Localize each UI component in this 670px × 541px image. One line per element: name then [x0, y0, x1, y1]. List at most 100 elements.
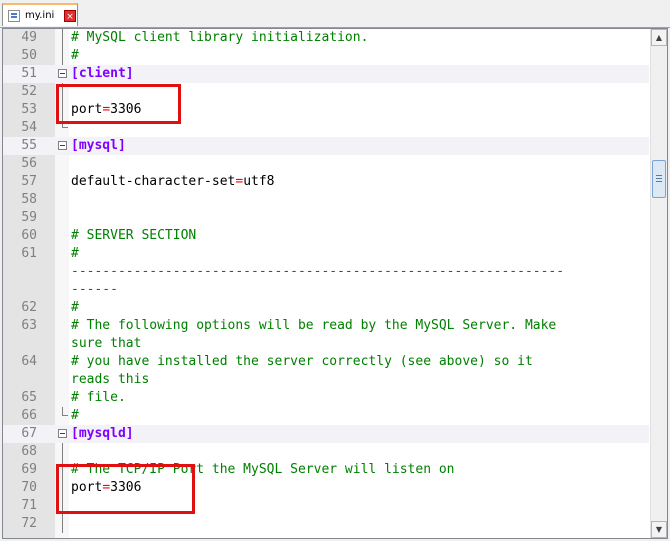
vertical-scrollbar[interactable]: ▲ ▼: [650, 29, 667, 538]
editor-line: 62 #: [3, 299, 649, 317]
editor-line: 50 #: [3, 47, 649, 65]
line-number: 69: [21, 462, 37, 477]
line-text: #: [71, 408, 79, 423]
line-number: 64: [21, 354, 37, 369]
line-number: 57: [21, 174, 37, 189]
fold-collapse-icon[interactable]: [58, 141, 67, 150]
editor-line: 52: [3, 83, 649, 101]
line-text: # you have installed the server correctl…: [71, 354, 533, 369]
line-text: reads this: [71, 372, 150, 387]
line-number: 62: [21, 300, 37, 315]
line-number: 66: [21, 408, 37, 423]
editor-line: 57 default-character-set=utf8: [3, 173, 649, 191]
editor-line: 49 # MySQL client library initialization…: [3, 29, 649, 47]
line-number: 49: [21, 30, 37, 45]
fold-end: [62, 119, 68, 128]
editor-line: 54: [3, 119, 649, 137]
ini-value: 3306: [110, 480, 142, 495]
line-number: 65: [21, 390, 37, 405]
ini-key: port: [71, 102, 103, 117]
line-number: 51: [21, 66, 37, 81]
ini-value: utf8: [243, 174, 275, 189]
close-icon[interactable]: ×: [64, 10, 76, 22]
line-number: 72: [21, 516, 37, 531]
editor-line: 70 port=3306: [3, 479, 649, 497]
line-text: port=3306: [71, 479, 141, 497]
fold-guide: [62, 497, 63, 515]
scrollbar-thumb[interactable]: [652, 160, 666, 198]
editor-line: 55 [mysql]: [3, 137, 649, 155]
ini-value: 3306: [110, 102, 142, 117]
fold-guide: [62, 443, 63, 461]
fold-end: [62, 407, 68, 416]
editor-line: 61 #: [3, 245, 649, 263]
editor-line: 53 port=3306: [3, 101, 649, 119]
editor-line: 72: [3, 515, 649, 533]
line-text: ------: [71, 282, 118, 297]
fold-guide: [62, 47, 63, 65]
editor-line: 56: [3, 155, 649, 173]
section-header: [mysql]: [71, 138, 126, 153]
fold-guide: [62, 461, 63, 479]
file-icon: [8, 10, 20, 22]
fold-collapse-icon[interactable]: [58, 429, 67, 438]
editor-line: 64 # you have installed the server corre…: [3, 353, 649, 371]
line-number: 63: [21, 318, 37, 333]
line-text: ----------------------------------------…: [71, 264, 565, 279]
scroll-up-icon[interactable]: ▲: [651, 29, 667, 46]
ini-key: default-character-set: [71, 174, 236, 189]
line-text: default-character-set=utf8: [71, 173, 275, 191]
fold-guide: [62, 29, 63, 47]
fold-guide: [62, 515, 63, 533]
line-number: 54: [21, 120, 37, 135]
editor-line-wrapped: sure that: [3, 335, 649, 353]
line-number: 60: [21, 228, 37, 243]
ini-operator: =: [102, 480, 111, 495]
section-header: [mysqld]: [71, 426, 134, 441]
line-number: 56: [21, 156, 37, 171]
line-number: 59: [21, 210, 37, 225]
editor-line-wrapped: reads this: [3, 371, 649, 389]
editor-line-wrapped: ------: [3, 281, 649, 299]
editor-line: 67 [mysqld]: [3, 425, 649, 443]
editor-line: 63 # The following options will be read …: [3, 317, 649, 335]
editor-line-wrapped: ----------------------------------------…: [3, 263, 649, 281]
tab-my-ini[interactable]: my.ini ×: [2, 3, 78, 26]
editor-line: 68: [3, 443, 649, 461]
line-number: 50: [21, 48, 37, 63]
ini-key: port: [71, 480, 103, 495]
editor-line: 66 #: [3, 407, 649, 425]
fold-guide: [62, 83, 63, 101]
line-text: #: [71, 246, 79, 261]
fold-collapse-icon[interactable]: [58, 69, 67, 78]
line-text: # MySQL client library initialization.: [71, 30, 369, 45]
line-number: 71: [21, 498, 37, 513]
editor-line: 58: [3, 191, 649, 209]
fold-guide: [62, 101, 63, 119]
line-number: 68: [21, 444, 37, 459]
tab-bar: my.ini ×: [0, 0, 670, 28]
line-number: 53: [21, 102, 37, 117]
editor-line: 60 # SERVER SECTION: [3, 227, 649, 245]
line-number: 61: [21, 246, 37, 261]
line-text: port=3306: [71, 101, 141, 119]
editor-lines: 49 # MySQL client library initialization…: [3, 29, 649, 533]
line-number: 70: [21, 480, 37, 495]
line-text: #: [71, 48, 79, 63]
line-text: # The TCP/IP Port the MySQL Server will …: [71, 462, 455, 477]
tab-label: my.ini: [25, 10, 55, 21]
scroll-down-icon[interactable]: ▼: [651, 521, 667, 538]
line-number: 58: [21, 192, 37, 207]
line-number: 67: [21, 426, 37, 441]
fold-guide: [62, 479, 63, 497]
editor-line: 65 # file.: [3, 389, 649, 407]
line-number: 55: [21, 138, 37, 153]
code-editor[interactable]: 49 # MySQL client library initialization…: [2, 28, 668, 539]
grip-icon: [656, 175, 662, 176]
editor-line: 59: [3, 209, 649, 227]
line-text: #: [71, 300, 79, 315]
line-text: # The following options will be read by …: [71, 318, 557, 333]
editor-line: 69 # The TCP/IP Port the MySQL Server wi…: [3, 461, 649, 479]
editor-line: 51 [client]: [3, 65, 649, 83]
line-text: # file.: [71, 390, 126, 405]
